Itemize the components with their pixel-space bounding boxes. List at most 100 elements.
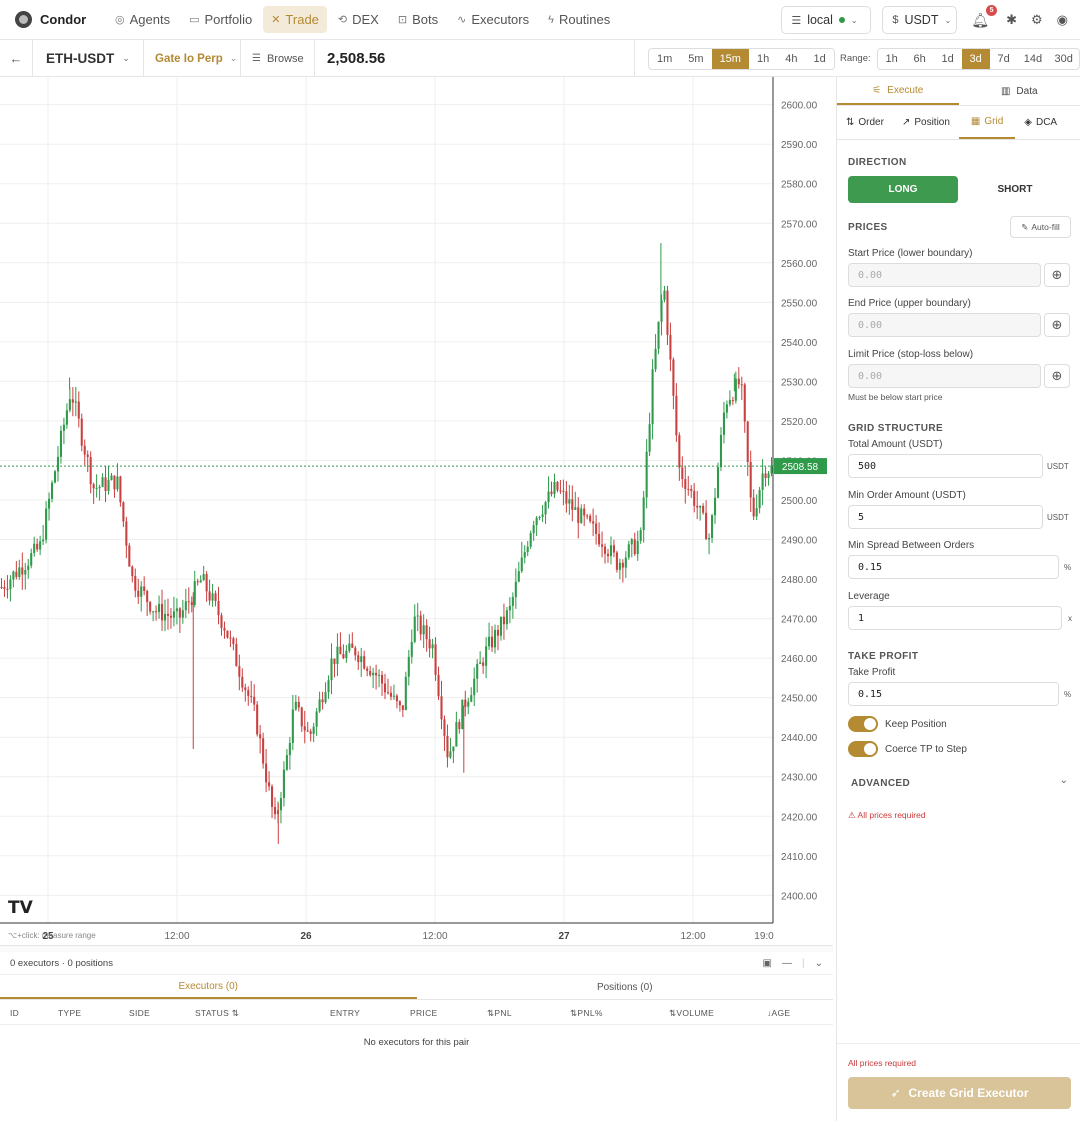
candle-body [624, 557, 627, 568]
candle-body [520, 557, 523, 572]
range-1d[interactable]: 1d [934, 49, 962, 69]
range-6h[interactable]: 6h [906, 49, 934, 69]
chevron-down-icon[interactable]: ⌄ [815, 958, 823, 969]
min-order-input[interactable]: 5 [848, 505, 1043, 529]
candle-body [609, 545, 613, 557]
candle-body [440, 696, 443, 720]
end-price-input[interactable]: 0.00 [848, 313, 1041, 337]
keep-position-toggle[interactable] [848, 716, 878, 732]
tab-grid[interactable]: ▦ Grid [958, 106, 1016, 139]
nav-routines[interactable]: ϟ Routines [540, 6, 618, 33]
nav-bots[interactable]: ⊡ Bots [390, 6, 446, 33]
candle-body [541, 514, 544, 517]
range-7d[interactable]: 7d [990, 49, 1018, 69]
candle-body [214, 593, 217, 601]
total-amount-input[interactable]: 500 [848, 454, 1043, 478]
nav-agents[interactable]: ◎ Agents [107, 6, 178, 33]
timeframe-1h[interactable]: 1h [749, 49, 777, 69]
start-price-input[interactable]: 0.00 [848, 263, 1041, 287]
crosshair-icon[interactable]: ⊕ [1044, 263, 1070, 287]
col-id[interactable]: ID [10, 1008, 19, 1018]
tab-execute[interactable]: ⚟ Execute [837, 77, 959, 105]
candle-body [229, 637, 232, 639]
candle-body [630, 539, 633, 545]
rocket-icon: ➶ [890, 1086, 901, 1100]
take-profit-input[interactable]: 0.15 [848, 682, 1059, 706]
candle-body [535, 517, 538, 526]
leverage-input[interactable]: 1 [848, 606, 1062, 630]
col-entry[interactable]: ENTRY [330, 1008, 360, 1018]
eye-icon[interactable]: ◉ [1057, 12, 1068, 28]
col-age[interactable]: ↓AGE [767, 1008, 790, 1018]
range-30d[interactable]: 30d [1048, 49, 1079, 69]
candle-body [612, 545, 615, 553]
bug-icon[interactable]: ✱ [1006, 12, 1017, 28]
candle-body [606, 553, 610, 557]
range-14d[interactable]: 14d [1018, 49, 1049, 69]
candle-body [71, 399, 74, 403]
range-3d[interactable]: 3d [961, 48, 990, 69]
col-pnl-pct[interactable]: ⇅PNL% [570, 1008, 603, 1019]
brand[interactable]: Condor [15, 11, 107, 28]
exchange-select[interactable]: Gate Io Perp ⌄ [144, 40, 241, 77]
candle-body [59, 430, 62, 457]
tab-position[interactable]: ↗ Position [893, 106, 959, 139]
long-button[interactable]: LONG [848, 176, 958, 203]
col-side[interactable]: SIDE [129, 1008, 150, 1018]
autofill-button[interactable]: ✎ Auto-fill [1010, 216, 1071, 238]
nav-trade[interactable]: ✕ Trade [263, 6, 327, 33]
coerce-tp-toggle[interactable] [848, 741, 878, 757]
timeframe-15m[interactable]: 15m [711, 48, 749, 69]
currency-select[interactable]: $ USDT ⌄ [882, 6, 958, 34]
tab-order[interactable]: ⇅ Order [837, 106, 893, 139]
range-1h[interactable]: 1h [878, 49, 906, 69]
timeframe-1d[interactable]: 1d [805, 49, 833, 69]
candle-body [532, 525, 535, 534]
col-volume[interactable]: ⇅VOLUME [669, 1008, 714, 1019]
candle-body [339, 646, 342, 655]
candle-body [398, 701, 401, 706]
crosshair-icon[interactable]: ⊕ [1044, 364, 1070, 388]
candle-body [39, 541, 42, 550]
candlestick-chart[interactable]: 2600.00 2590.00 2580.00 2570.00 2560.00 2550.… [0, 77, 833, 945]
y-tick-label: 2500.00 [781, 496, 818, 507]
col-status[interactable]: STATUS ⇅ [195, 1008, 239, 1019]
candle-body [208, 591, 211, 601]
col-type[interactable]: TYPE [58, 1008, 81, 1018]
save-icon[interactable]: ▣ [763, 958, 772, 969]
candle-body [86, 454, 89, 457]
panel-resize-handle[interactable] [0, 945, 833, 952]
candle-body [155, 611, 158, 613]
create-grid-executor-button[interactable]: ➶ Create Grid Executor [848, 1077, 1071, 1109]
limit-price-input[interactable]: 0.00 [848, 364, 1041, 388]
timeframe-1m[interactable]: 1m [649, 49, 680, 69]
candle-body [241, 676, 244, 688]
browse-button[interactable]: ☰ Browse [241, 40, 315, 77]
tab-executors[interactable]: Executors (0) [0, 975, 417, 999]
tab-data[interactable]: ▥ Data [959, 77, 1080, 105]
candle-body [728, 400, 731, 405]
timeframe-4h[interactable]: 4h [777, 49, 805, 69]
minimize-icon[interactable]: — [782, 958, 792, 969]
candle-body [56, 456, 60, 472]
crosshair-icon[interactable]: ⊕ [1044, 313, 1070, 337]
back-button[interactable]: ← [0, 40, 33, 77]
gear-icon[interactable]: ⚙ [1031, 12, 1043, 28]
col-pnl[interactable]: ⇅PNL [487, 1008, 512, 1019]
nav-portfolio[interactable]: ▭ Portfolio [181, 6, 260, 33]
timeframe-5m[interactable]: 5m [680, 49, 711, 69]
nav-dex[interactable]: ⟲ DEX [330, 6, 387, 33]
min-spread-input[interactable]: 0.15 [848, 555, 1059, 579]
nav-executors[interactable]: ∿ Executors [449, 6, 537, 33]
server-select[interactable]: ☰ local ⌄ [781, 6, 872, 34]
tab-positions[interactable]: Positions (0) [417, 975, 834, 999]
short-button[interactable]: SHORT [960, 176, 1070, 203]
col-price[interactable]: PRICE [410, 1008, 437, 1018]
candle-body [199, 580, 202, 583]
candle-body [273, 806, 277, 815]
price-chart[interactable]: 2600.00 2590.00 2580.00 2570.00 2560.00 2550.… [0, 77, 833, 945]
advanced-toggle[interactable]: ADVANCED ⌄ [848, 775, 1071, 791]
tab-dca[interactable]: ◈ DCA [1015, 106, 1066, 139]
pair-select[interactable]: ETH-USDT ⌄ [33, 40, 144, 77]
notifications-button[interactable]: 🔔︎ 5 [971, 4, 998, 29]
